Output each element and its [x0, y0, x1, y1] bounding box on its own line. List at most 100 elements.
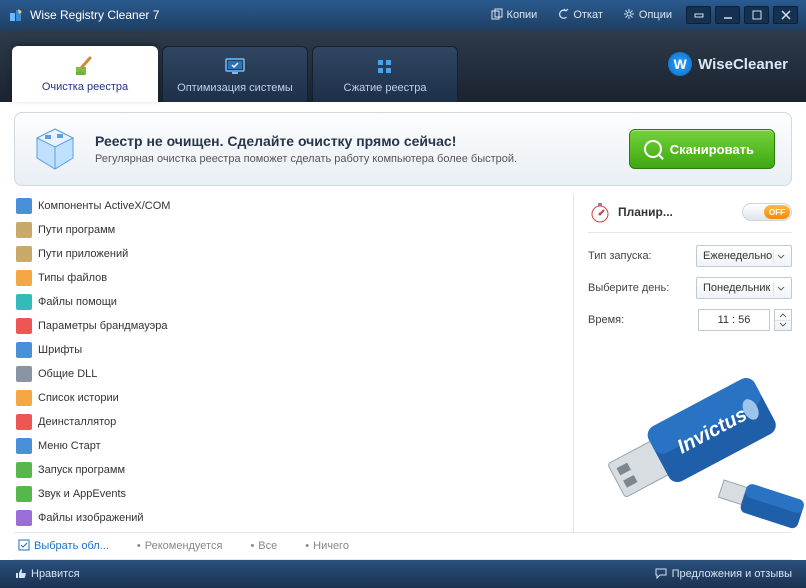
- start-type-select[interactable]: Еженедельно: [696, 245, 792, 267]
- registry-item-label: Деинсталлятор: [38, 416, 116, 428]
- content-area: Компоненты ActiveX/COM Пути программ Пути …: [0, 194, 806, 532]
- registry-cube-icon: [31, 125, 79, 173]
- spinner-up[interactable]: [775, 310, 791, 321]
- chevron-down-icon: [773, 282, 787, 296]
- undo-button[interactable]: Откат: [547, 5, 613, 26]
- filter-all[interactable]: • Все: [250, 540, 277, 552]
- registry-item[interactable]: Параметры приложений: [14, 530, 573, 532]
- window-minimize-button[interactable]: [715, 6, 740, 24]
- filter-recommended[interactable]: • Рекомендуется: [137, 540, 223, 552]
- feedback-label: Предложения и отзывы: [672, 568, 792, 580]
- registry-item-icon: [16, 198, 32, 214]
- registry-list: Компоненты ActiveX/COM Пути программ Пути …: [14, 194, 573, 532]
- registry-item[interactable]: Деинсталлятор: [14, 410, 573, 434]
- chat-icon: [655, 567, 667, 582]
- registry-item-label: Файлы изображений: [38, 512, 144, 524]
- day-label: Выберите день:: [588, 282, 696, 294]
- monitor-icon: [224, 56, 246, 78]
- registry-item[interactable]: Файлы изображений: [14, 506, 573, 530]
- registry-item-icon: [16, 294, 32, 310]
- time-spinner[interactable]: [774, 309, 792, 331]
- brand-name: WiseCleaner: [698, 56, 788, 73]
- tab-registry-compress[interactable]: Сжатие реестра: [312, 46, 458, 102]
- options-button[interactable]: Опции: [613, 5, 682, 26]
- spinner-down[interactable]: [775, 321, 791, 331]
- schedule-toggle[interactable]: OFF: [742, 203, 792, 221]
- registry-item-label: Список истории: [38, 392, 119, 404]
- select-area-label: Выбрать обл...: [34, 540, 109, 552]
- registry-item[interactable]: Типы файлов: [14, 266, 573, 290]
- tabbar: Очистка реестра Оптимизация системы Сжат…: [0, 30, 806, 102]
- registry-item-label: Параметры брандмауэра: [38, 320, 168, 332]
- registry-item-icon: [16, 486, 32, 502]
- window-close-button[interactable]: [773, 6, 798, 24]
- schedule-toggle-state: OFF: [764, 205, 790, 219]
- gear-icon: [623, 8, 635, 23]
- registry-item[interactable]: Компоненты ActiveX/COM: [14, 194, 573, 218]
- statusbar: Нравится Предложения и отзывы: [0, 560, 806, 588]
- undo-label: Откат: [573, 9, 603, 21]
- brand[interactable]: W WiseCleaner: [668, 52, 788, 76]
- registry-item[interactable]: Шрифты: [14, 338, 573, 362]
- window-compact-button[interactable]: [686, 6, 711, 24]
- scan-button[interactable]: Сканировать: [629, 129, 775, 169]
- chevron-down-icon: [773, 250, 787, 264]
- stopwatch-icon: [588, 200, 612, 224]
- registry-item-label: Файлы помощи: [38, 296, 117, 308]
- start-type-value: Еженедельно: [703, 250, 772, 262]
- copies-label: Копии: [507, 9, 538, 21]
- schedule-title: Планир...: [618, 205, 736, 219]
- titlebar: Wise Registry Cleaner 7 Копии Откат Опци…: [0, 0, 806, 30]
- app-icon: [8, 7, 24, 23]
- feedback-link[interactable]: Предложения и отзывы: [655, 567, 792, 582]
- registry-item-label: Звук и AppEvents: [38, 488, 126, 500]
- scan-label: Сканировать: [670, 142, 754, 157]
- registry-item-label: Общие DLL: [38, 368, 97, 380]
- filter-nothing[interactable]: • Ничего: [305, 540, 349, 552]
- select-area-link[interactable]: Выбрать обл...: [18, 539, 109, 554]
- broom-icon: [74, 55, 96, 77]
- registry-item-icon: [16, 246, 32, 262]
- registry-item[interactable]: Запуск программ: [14, 458, 573, 482]
- magnifier-icon: [644, 140, 662, 158]
- registry-item[interactable]: Меню Старт: [14, 434, 573, 458]
- registry-item[interactable]: Файлы помощи: [14, 290, 573, 314]
- registry-item-icon: [16, 270, 32, 286]
- registry-item-label: Пути программ: [38, 224, 115, 236]
- time-label: Время:: [588, 314, 698, 326]
- registry-item-icon: [16, 390, 32, 406]
- registry-item-icon: [16, 318, 32, 334]
- options-label: Опции: [639, 9, 672, 21]
- registry-item-icon: [16, 510, 32, 526]
- registry-item-label: Компоненты ActiveX/COM: [38, 200, 170, 212]
- status-panel: Реестр не очищен. Сделайте очистку прямо…: [14, 112, 792, 186]
- time-value[interactable]: 11 : 56: [698, 309, 770, 331]
- copies-button[interactable]: Копии: [481, 5, 548, 26]
- compress-icon: [374, 56, 396, 78]
- tab-optimize-label: Оптимизация системы: [177, 82, 293, 94]
- filter-recommended-label: Рекомендуется: [145, 540, 223, 552]
- tab-compress-label: Сжатие реестра: [344, 82, 427, 94]
- day-select[interactable]: Понедельник: [696, 277, 792, 299]
- like-button[interactable]: Нравится: [14, 567, 80, 582]
- schedule-panel: Планир... OFF Тип запуска: Еженедельно В…: [574, 194, 792, 532]
- registry-item[interactable]: Общие DLL: [14, 362, 573, 386]
- tab-system-optimize[interactable]: Оптимизация системы: [162, 46, 308, 102]
- day-value: Понедельник: [703, 282, 770, 294]
- registry-item-label: Запуск программ: [38, 464, 125, 476]
- registry-item[interactable]: Список истории: [14, 386, 573, 410]
- thumbs-up-icon: [14, 567, 26, 582]
- registry-item-icon: [16, 366, 32, 382]
- registry-item[interactable]: Звук и AppEvents: [14, 482, 573, 506]
- registry-item-icon: [16, 342, 32, 358]
- status-title: Реестр не очищен. Сделайте очистку прямо…: [95, 133, 613, 149]
- registry-item[interactable]: Пути программ: [14, 218, 573, 242]
- registry-item[interactable]: Пути приложений: [14, 242, 573, 266]
- tab-registry-clean[interactable]: Очистка реестра: [12, 46, 158, 102]
- registry-item-icon: [16, 438, 32, 454]
- registry-item[interactable]: Параметры брандмауэра: [14, 314, 573, 338]
- window-maximize-button[interactable]: [744, 6, 769, 24]
- tab-clean-label: Очистка реестра: [42, 81, 128, 93]
- registry-item-icon: [16, 414, 32, 430]
- undo-icon: [557, 8, 569, 23]
